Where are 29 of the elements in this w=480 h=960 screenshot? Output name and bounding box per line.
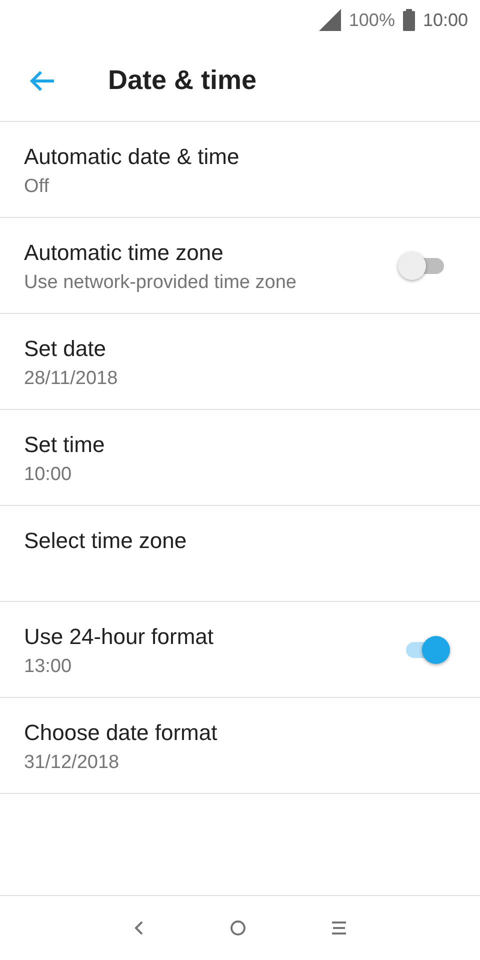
settings-item[interactable]: Set time 10:00: [0, 410, 480, 506]
setting-summary: Off: [24, 176, 50, 198]
battery-percentage: 100%: [348, 10, 395, 30]
setting-title: Automatic date & time: [24, 144, 240, 170]
setting-summary: 28/11/2018: [24, 368, 119, 390]
setting-summary: 10:00: [24, 464, 73, 486]
setting-title: Choose date format: [24, 720, 218, 746]
settings-item[interactable]: Set date 28/11/2018: [0, 314, 480, 410]
menu-icon[interactable]: [332, 921, 346, 935]
setting-title: Set time: [24, 432, 106, 458]
settings-item[interactable]: Automatic time zone Use network-provided time zone: [0, 218, 480, 314]
setting-title: Use 24-hour format: [24, 624, 215, 650]
back-icon[interactable]: [134, 920, 144, 936]
setting-summary: Use network-provided time zone: [24, 272, 298, 294]
settings-item[interactable]: Use 24-hour format 13:00: [0, 602, 480, 698]
settings-item[interactable]: Choose date format 31/12/2018: [0, 698, 480, 794]
signal-icon: [318, 9, 341, 31]
setting-title: Automatic time zone: [24, 240, 224, 266]
back-arrow-icon[interactable]: [28, 68, 56, 92]
settings-item[interactable]: Automatic date & time Off: [0, 122, 480, 218]
setting-title: Select time zone: [24, 528, 188, 554]
clock-time: 10:00: [422, 10, 468, 30]
settings-item[interactable]: Select time zone: [0, 506, 480, 602]
screen-title: Date & time: [108, 65, 257, 96]
setting-summary: 13:00: [24, 656, 73, 678]
battery-icon: [402, 9, 415, 31]
home-icon[interactable]: [230, 920, 246, 936]
setting-title: Set date: [24, 336, 107, 362]
setting-summary: 31/12/2018: [24, 752, 120, 774]
